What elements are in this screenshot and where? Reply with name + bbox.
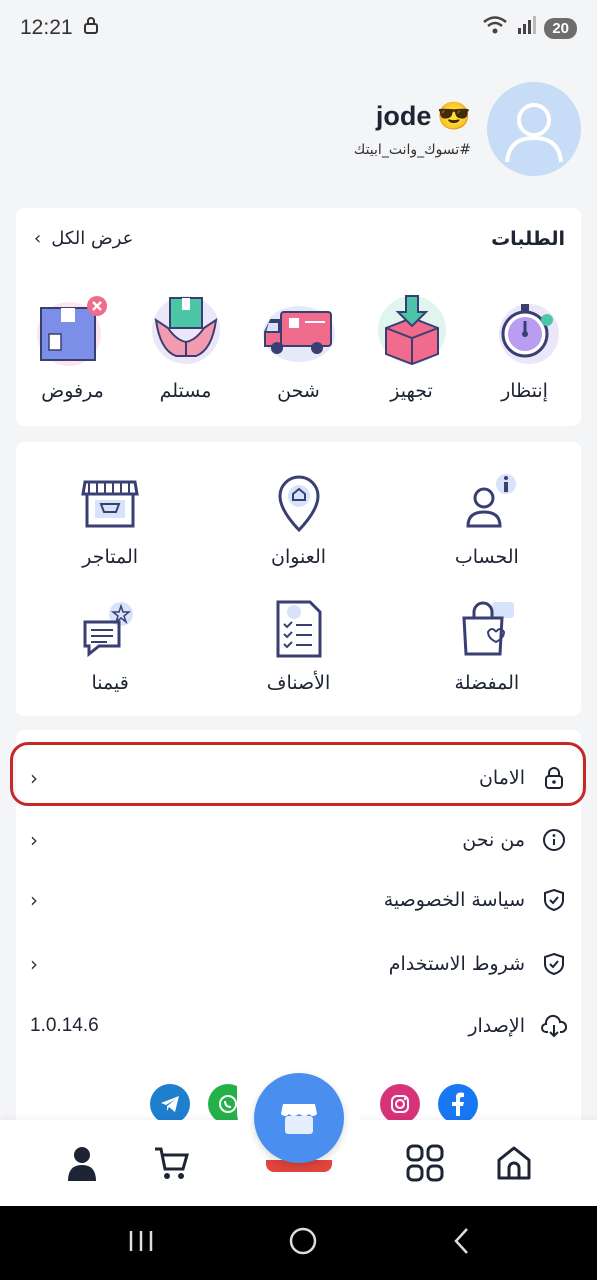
- recent-apps-icon[interactable]: [127, 1229, 155, 1257]
- stores-fab-button[interactable]: [254, 1073, 344, 1163]
- chevron-left-icon: ‹: [34, 228, 42, 249]
- menu-item-security[interactable]: الامان ‹: [16, 748, 581, 808]
- order-status-label: شحن: [277, 380, 320, 402]
- cart-icon: [155, 1147, 189, 1179]
- order-status-shipping[interactable]: شحن: [244, 290, 354, 402]
- order-status-preparing[interactable]: تجهيز: [357, 290, 467, 402]
- storefront-icon: [281, 1104, 317, 1134]
- view-all-label: عرض الكل: [51, 228, 134, 249]
- sunglasses-emoji-icon: 😎: [437, 101, 471, 131]
- lock-icon: [83, 16, 99, 40]
- profile-tagline: #تسوك_وانت_ابيتك: [353, 142, 471, 158]
- signal-icon: [516, 15, 537, 41]
- profile-header: jode 😎 #تسوك_وانت_ابيتك: [354, 82, 581, 176]
- cloud-download-icon: [541, 1013, 567, 1039]
- menu-item-label: من نحن: [462, 829, 525, 851]
- instagram-icon[interactable]: [380, 1084, 420, 1124]
- back-icon[interactable]: [451, 1226, 471, 1260]
- orders-title: الطلبات: [491, 228, 565, 250]
- nav-profile[interactable]: [59, 1140, 105, 1186]
- chevron-left-icon: ‹: [30, 888, 38, 912]
- system-navigation-bar: [0, 1206, 597, 1280]
- status-bar: 12:21 20: [0, 0, 597, 56]
- menu-item-label: الامان: [478, 767, 525, 789]
- order-status-label: تجهيز: [390, 380, 433, 402]
- menu-item-about[interactable]: من نحن ‹: [16, 810, 581, 870]
- grid-four-icon: [406, 1144, 444, 1182]
- menu-item-terms[interactable]: شروط الاستخدام ‹: [16, 934, 581, 994]
- view-all-link[interactable]: ‹ عرض الكل: [34, 228, 133, 249]
- checklist-icon: [276, 600, 322, 658]
- username-text: jode: [375, 100, 432, 131]
- avatar[interactable]: [487, 82, 581, 176]
- chevron-left-icon: ‹: [30, 766, 38, 790]
- menu-item-version: الإصدار 1.0.14.6: [16, 996, 581, 1056]
- info-icon: [541, 827, 567, 853]
- hands-box-icon: [151, 296, 220, 364]
- orders-card: الطلبات ‹ عرض الكل إنتظار تجهيز شحن مستل…: [16, 208, 581, 426]
- shortcut-label: الأصناف: [266, 672, 331, 694]
- shortcut-label: المتاجر: [82, 546, 139, 568]
- shortcut-label: المفضلة: [454, 672, 520, 694]
- order-status-label: مرفوض: [41, 380, 104, 402]
- order-status-label: مستلم: [159, 380, 212, 402]
- shield-check-icon: [541, 887, 567, 913]
- shortcut-favorites[interactable]: المفضلة: [393, 598, 581, 694]
- shield-check-icon: [541, 951, 567, 977]
- shortcut-rate-us[interactable]: قيمنا: [16, 598, 204, 694]
- nav-home[interactable]: [491, 1140, 537, 1186]
- box-download-icon: [377, 295, 446, 366]
- facebook-icon[interactable]: [438, 1084, 478, 1124]
- menu-item-label: شروط الاستخدام: [388, 953, 525, 975]
- nav-cart[interactable]: [148, 1140, 194, 1186]
- shortcut-label: قيمنا: [91, 672, 129, 694]
- shortcut-stores[interactable]: المتاجر: [16, 472, 204, 568]
- padlock-icon: [541, 765, 567, 791]
- telegram-icon[interactable]: [150, 1084, 190, 1124]
- person-icon: [68, 1147, 96, 1181]
- order-status-waiting[interactable]: إنتظار: [470, 290, 580, 402]
- version-value: 1.0.14.6: [30, 1015, 99, 1036]
- location-pin-icon: [278, 475, 320, 533]
- shortcuts-card: الحساب العنوان المتاجر المفضلة الأصناف ق…: [16, 442, 581, 716]
- username: jode 😎: [354, 100, 471, 132]
- menu-item-label: سياسة الخصوصية: [383, 889, 525, 911]
- battery-icon: 20: [544, 17, 577, 39]
- home-circle-icon[interactable]: [288, 1226, 318, 1260]
- shortcut-address[interactable]: العنوان: [204, 472, 392, 568]
- rate-chat-icon: [83, 602, 134, 658]
- delivery-truck-icon: [262, 306, 335, 362]
- chevron-left-icon: ‹: [30, 952, 38, 976]
- stopwatch-icon: [498, 304, 559, 364]
- shortcut-label: العنوان: [271, 546, 327, 568]
- rejected-box-icon: [36, 296, 107, 366]
- wifi-icon: [482, 15, 508, 41]
- shortcut-account[interactable]: الحساب: [393, 472, 581, 568]
- favorites-bag-icon: [462, 601, 514, 656]
- user-silhouette-icon: [505, 103, 563, 163]
- menu-item-label: الإصدار: [468, 1015, 525, 1037]
- order-status-received[interactable]: مستلم: [131, 290, 241, 402]
- nav-categories[interactable]: [402, 1140, 448, 1186]
- shortcut-label: الحساب: [454, 546, 519, 568]
- shortcut-categories[interactable]: الأصناف: [204, 598, 392, 694]
- chevron-left-icon: ‹: [30, 828, 38, 852]
- store-icon: [81, 480, 139, 528]
- menu-item-privacy[interactable]: سياسة الخصوصية ‹: [16, 870, 581, 930]
- account-icon: [466, 474, 516, 528]
- status-time: 12:21: [20, 16, 73, 39]
- order-status-rejected[interactable]: مرفوض: [18, 290, 128, 402]
- home-icon: [497, 1146, 531, 1180]
- order-status-label: إنتظار: [501, 380, 548, 402]
